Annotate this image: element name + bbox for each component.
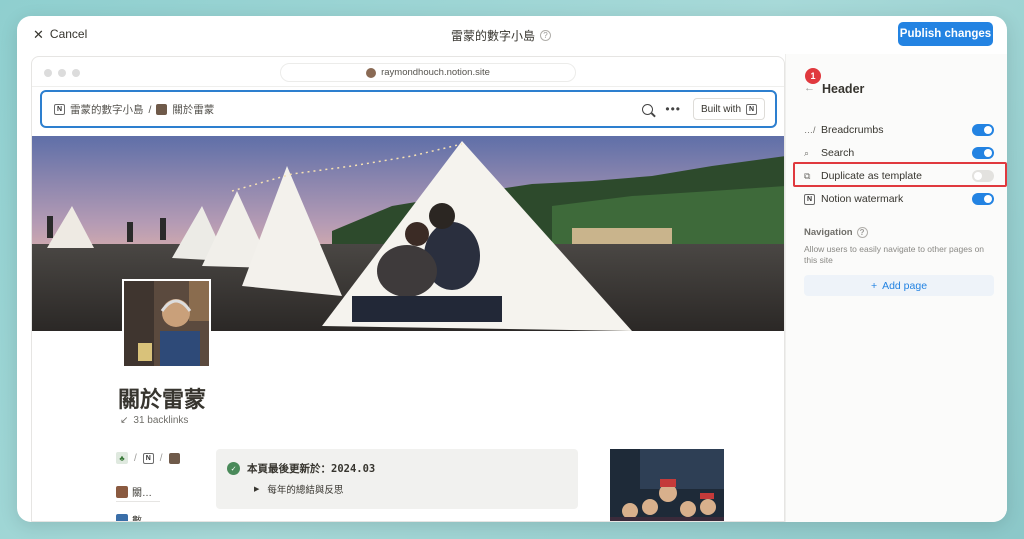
add-page-label: Add page xyxy=(882,279,928,292)
cancel-label: Cancel xyxy=(49,27,88,41)
setting-breadcrumbs: …/ Breadcrumbs xyxy=(804,121,994,139)
page-title: 關於雷蒙 xyxy=(118,388,207,413)
setting-notion-watermark: N Notion watermark xyxy=(804,190,994,208)
info-icon[interactable]: ? xyxy=(856,227,868,238)
notion-page-icon: N xyxy=(54,104,65,115)
side-page-list: 關… 數… xyxy=(116,484,160,522)
panel-title: Header xyxy=(822,82,865,96)
more-icon[interactable]: ••• xyxy=(665,102,681,116)
list-item-label: 數… xyxy=(132,516,152,522)
list-item[interactable]: 關… xyxy=(116,484,160,502)
notion-page-icon[interactable]: N xyxy=(142,452,154,464)
list-item[interactable]: 數… xyxy=(116,512,160,522)
backlinks-count: 31 backlinks xyxy=(133,415,189,426)
page-avatar-icon xyxy=(156,104,168,115)
breadcrumb: N 雷蒙的數字小島 / 關於雷蒙 xyxy=(54,102,214,117)
url-bar: raymondhouch.notion.site xyxy=(280,63,576,82)
toggle-block[interactable]: ▶ 每年的總結與反思 xyxy=(254,482,343,496)
callout-title: 本頁最後更新於：2024.03 xyxy=(247,463,376,475)
settings-panel: 1 ← Header …/ Breadcrumbs ⌕ Search ⧉ Dup… xyxy=(785,54,1007,522)
navigation-title: Navigation xyxy=(804,227,853,238)
tree-icon[interactable]: ♣ xyxy=(116,452,128,464)
add-page-button[interactable]: + Add page xyxy=(804,275,994,296)
page-avatar-icon[interactable] xyxy=(168,452,180,464)
group-photo xyxy=(610,449,724,521)
navigation-description: Allow users to easily navigate to other … xyxy=(804,244,985,265)
back-arrow-icon[interactable]: ← xyxy=(804,82,815,94)
publish-window: ✕ Cancel 雷蒙的數字小島 ? Publish changes raymo… xyxy=(17,16,1007,522)
header-actions: ••• Built with N xyxy=(642,98,765,120)
document-title: 雷蒙的數字小島 ? xyxy=(451,27,552,44)
plus-icon: + xyxy=(870,279,878,292)
list-item-label: 關… xyxy=(132,488,152,499)
breadcrumb-page[interactable]: 關於雷蒙 xyxy=(172,102,214,117)
info-icon[interactable]: ? xyxy=(540,30,552,41)
built-with-notion-button[interactable]: Built with N xyxy=(692,98,765,120)
toggle-triangle-icon[interactable]: ▶ xyxy=(254,485,259,493)
publish-changes-button[interactable]: Publish changes xyxy=(898,22,993,46)
app-icon xyxy=(116,513,128,521)
toggle-label: 每年的總結與反思 xyxy=(267,485,344,496)
setting-search: ⌕ Search xyxy=(804,144,994,162)
page-avatar-icon xyxy=(116,485,128,498)
backlink-arrow-icon: ↙ xyxy=(120,415,129,426)
callout-heading: ✓ 本頁最後更新於：2024.03 xyxy=(227,461,375,476)
site-preview: raymondhouch.notion.site N 雷蒙的數字小島 / 關於雷… xyxy=(31,56,785,522)
close-icon: ✕ xyxy=(33,26,44,42)
navigation-heading: Navigation ? xyxy=(804,227,868,238)
site-favicon-icon xyxy=(366,67,377,78)
document-title-text: 雷蒙的數字小島 xyxy=(451,29,536,43)
window-dots xyxy=(44,69,80,77)
search-icon[interactable] xyxy=(642,103,654,115)
backlinks[interactable]: ↙ 31 backlinks xyxy=(120,415,188,426)
search-icon: ⌕ xyxy=(804,147,810,158)
breadcrumbs-toggle[interactable] xyxy=(972,124,994,136)
notion-logo-icon: N xyxy=(804,193,818,205)
breadcrumb-separator: / xyxy=(148,103,152,116)
inline-breadcrumb-sep-1: / xyxy=(134,452,137,464)
setting-label: Search xyxy=(821,147,855,159)
setting-label: Notion watermark xyxy=(821,193,904,205)
notion-watermark-toggle[interactable] xyxy=(972,193,994,205)
site-header[interactable]: N 雷蒙的數字小島 / 關於雷蒙 ••• Built with N xyxy=(40,90,777,128)
built-with-label: Built with xyxy=(700,103,741,115)
setting-label: Breadcrumbs xyxy=(821,124,884,136)
breadcrumb-root[interactable]: 雷蒙的數字小島 xyxy=(70,102,144,117)
breadcrumbs-icon: …/ xyxy=(804,125,816,135)
browser-chrome: raymondhouch.notion.site xyxy=(32,57,784,87)
url-text: raymondhouch.notion.site xyxy=(381,67,490,78)
search-toggle[interactable] xyxy=(972,147,994,159)
top-bar: ✕ Cancel 雷蒙的數字小島 ? Publish changes xyxy=(17,16,1007,54)
check-badge-icon: ✓ xyxy=(227,462,240,475)
inline-breadcrumb-sep-2: / xyxy=(159,452,163,464)
cancel-button[interactable]: ✕ Cancel xyxy=(33,27,87,41)
profile-photo xyxy=(122,279,211,368)
notion-logo-icon: N xyxy=(746,103,757,115)
callout-block: ✓ 本頁最後更新於：2024.03 ▶ 每年的總結與反思 xyxy=(216,449,578,509)
inline-breadcrumb: ♣ / N / xyxy=(116,452,180,464)
highlight-box xyxy=(793,162,1007,187)
